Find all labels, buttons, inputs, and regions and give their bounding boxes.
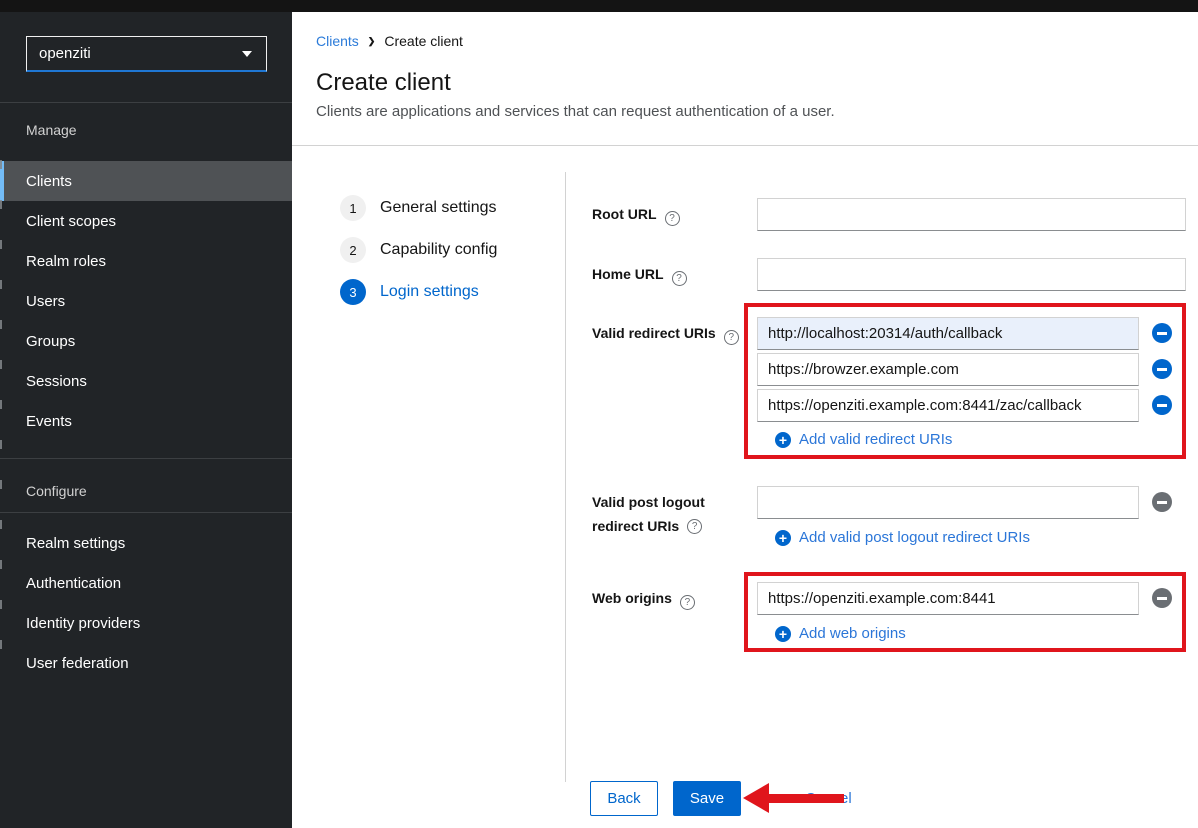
sidebar: openziti Manage Clients Client scopes Re… <box>0 12 292 828</box>
chevron-right-icon: ❯ <box>368 36 376 47</box>
help-icon[interactable]: ? <box>665 211 680 226</box>
add-link-text: Add valid redirect URIs <box>799 431 952 448</box>
label-text: Valid post logout <box>592 490 705 514</box>
sidebar-item-users[interactable]: Users <box>0 281 292 321</box>
sidebar-item-sessions[interactable]: Sessions <box>0 361 292 401</box>
add-redirect-uri-link[interactable]: + Add valid redirect URIs <box>775 431 952 448</box>
help-icon[interactable]: ? <box>724 330 739 345</box>
web-origins-label: Web origins? <box>592 582 750 615</box>
redirect-uri-input-2[interactable] <box>757 353 1139 386</box>
step-label: Capability config <box>380 241 497 259</box>
page-title: Create client <box>316 69 451 97</box>
wizard-step-login-settings[interactable]: 3 Login settings <box>340 279 497 305</box>
step-number-badge: 1 <box>340 195 366 221</box>
realm-selector-dropdown[interactable]: openziti <box>26 36 267 72</box>
sidebar-item-identity-providers[interactable]: Identity providers <box>0 603 292 643</box>
redirect-uri-input-3[interactable] <box>757 389 1139 422</box>
label-text: Web origins <box>592 590 672 606</box>
sidebar-item-realm-roles[interactable]: Realm roles <box>0 241 292 281</box>
sidebar-divider <box>0 512 292 513</box>
top-bar <box>0 0 1198 12</box>
sidebar-item-user-federation[interactable]: User federation <box>0 643 292 683</box>
remove-redirect-uri-3-button[interactable] <box>1152 395 1172 415</box>
arrow-head <box>743 783 769 813</box>
home-url-input[interactable] <box>757 258 1186 291</box>
page-subtitle: Clients are applications and services th… <box>316 103 835 120</box>
wizard-step-capability-config[interactable]: 2 Capability config <box>340 237 497 263</box>
add-link-text: Add web origins <box>799 625 906 642</box>
sidebar-item-realm-settings[interactable]: Realm settings <box>0 523 292 563</box>
step-label: General settings <box>380 199 497 217</box>
step-label: Login settings <box>380 283 479 301</box>
chevron-down-icon <box>242 51 252 57</box>
sidebar-section-manage: Manage <box>0 103 292 148</box>
label-text: Home URL <box>592 266 664 282</box>
sidebar-section-configure: Configure <box>0 459 292 512</box>
manage-nav-list: Clients Client scopes Realm roles Users … <box>0 161 292 441</box>
plus-icon: + <box>775 626 791 642</box>
keycloak-create-client-page: openziti Manage Clients Client scopes Re… <box>0 0 1198 828</box>
header-divider <box>292 145 1198 146</box>
window-edge-artifact <box>0 160 2 680</box>
wizard-nav: 1 General settings 2 Capability config 3… <box>340 195 497 321</box>
wizard-step-general-settings[interactable]: 1 General settings <box>340 195 497 221</box>
post-logout-uri-input[interactable] <box>757 486 1139 519</box>
breadcrumb-clients-link[interactable]: Clients <box>316 33 359 49</box>
post-logout-uris-label: Valid post logout redirect URIs? <box>592 490 750 538</box>
remove-post-logout-uri-button <box>1152 492 1172 512</box>
redirect-uri-input-1[interactable] <box>757 317 1139 350</box>
label-text: redirect URIs <box>592 514 679 538</box>
main-content: Clients ❯ Create client Create client Cl… <box>292 12 1198 828</box>
valid-redirect-uris-label: Valid redirect URIs? <box>592 317 750 350</box>
root-url-label: Root URL? <box>592 198 750 231</box>
web-origins-input[interactable] <box>757 582 1139 615</box>
help-icon[interactable]: ? <box>672 271 687 286</box>
save-button[interactable]: Save <box>673 781 741 816</box>
breadcrumb: Clients ❯ Create client <box>316 33 463 49</box>
breadcrumb-current: Create client <box>384 33 463 49</box>
sidebar-item-authentication[interactable]: Authentication <box>0 563 292 603</box>
add-web-origins-link[interactable]: + Add web origins <box>775 625 906 642</box>
step-number-badge: 2 <box>340 237 366 263</box>
remove-redirect-uri-2-button[interactable] <box>1152 359 1172 379</box>
add-link-text: Add valid post logout redirect URIs <box>799 529 1030 546</box>
plus-icon: + <box>775 530 791 546</box>
label-text: Root URL <box>592 206 657 222</box>
cancel-link[interactable]: Cancel <box>805 781 852 816</box>
realm-name: openziti <box>39 45 91 62</box>
configure-nav-list: Realm settings Authentication Identity p… <box>0 523 292 683</box>
wizard-form-divider <box>565 172 566 782</box>
home-url-label: Home URL? <box>592 258 750 291</box>
sidebar-item-client-scopes[interactable]: Client scopes <box>0 201 292 241</box>
sidebar-item-events[interactable]: Events <box>0 401 292 441</box>
remove-web-origin-button <box>1152 588 1172 608</box>
root-url-input[interactable] <box>757 198 1186 231</box>
help-icon[interactable]: ? <box>680 595 695 610</box>
label-text: Valid redirect URIs <box>592 325 716 341</box>
help-icon[interactable]: ? <box>687 519 702 534</box>
back-button[interactable]: Back <box>590 781 658 816</box>
step-number-badge: 3 <box>340 279 366 305</box>
sidebar-item-clients[interactable]: Clients <box>0 161 292 201</box>
plus-icon: + <box>775 432 791 448</box>
sidebar-item-groups[interactable]: Groups <box>0 321 292 361</box>
add-post-logout-uri-link[interactable]: + Add valid post logout redirect URIs <box>775 529 1030 546</box>
remove-redirect-uri-1-button[interactable] <box>1152 323 1172 343</box>
